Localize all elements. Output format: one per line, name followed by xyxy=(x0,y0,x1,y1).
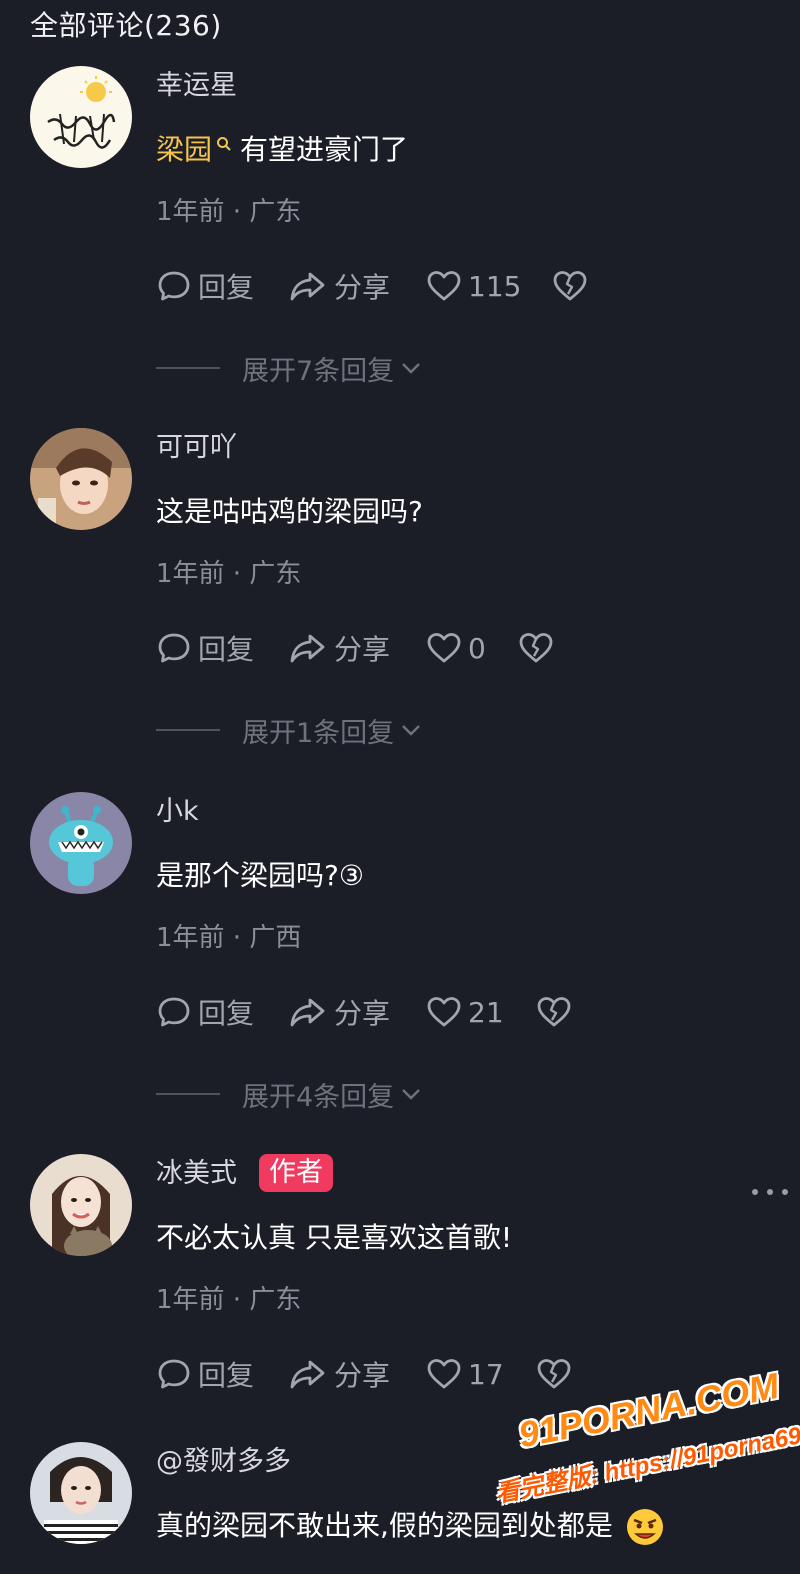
dislike-button[interactable] xyxy=(518,626,554,670)
comment-username[interactable]: 幸运星 xyxy=(156,66,237,106)
author-badge: 作者 xyxy=(259,1154,333,1192)
heart-icon xyxy=(427,1359,461,1389)
reply-button[interactable]: 回复 xyxy=(156,1352,254,1396)
calligraphy-sun-avatar xyxy=(30,66,132,168)
chevron-down-icon xyxy=(402,363,421,374)
avatar[interactable] xyxy=(30,1154,132,1256)
like-button[interactable]: 17 xyxy=(426,1352,504,1396)
chevron-down-icon xyxy=(402,725,421,736)
dot xyxy=(767,1189,773,1195)
like-count: 115 xyxy=(468,269,522,303)
dislike-button[interactable] xyxy=(536,1352,572,1396)
comments-header-title: 全部评论(236) xyxy=(30,9,222,42)
reply-button[interactable]: 回复 xyxy=(156,264,254,308)
comment-actions: 回复 分享 115 xyxy=(156,264,776,308)
heart-icon xyxy=(427,633,461,663)
comment-text: 不必太认真 只是喜欢这首歌! xyxy=(156,1221,513,1254)
broken-heart-icon xyxy=(519,633,553,663)
broken-heart-icon xyxy=(537,997,571,1027)
like-count: 0 xyxy=(468,631,486,665)
reply-button[interactable]: 回复 xyxy=(156,990,254,1034)
comment-meta: 1年前 · 广东 xyxy=(156,1285,302,1315)
more-options-button[interactable] xyxy=(752,1174,788,1210)
girl-striped-shirt-avatar xyxy=(30,1442,132,1544)
comment-actions: 回复 分享 17 xyxy=(156,1352,776,1396)
expand-replies-button[interactable]: 展开4条回复 xyxy=(156,1074,424,1114)
dot xyxy=(782,1189,788,1195)
dislike-button[interactable] xyxy=(536,990,572,1034)
woman-with-cat-avatar xyxy=(30,1154,132,1256)
keyword-search-link[interactable]: 梁园 xyxy=(156,133,212,166)
broken-heart-icon xyxy=(553,271,587,301)
avatar[interactable] xyxy=(30,1442,132,1544)
share-arrow-icon xyxy=(290,1360,325,1389)
comment-body: 有望进豪门了 xyxy=(240,133,409,166)
broken-heart-icon xyxy=(537,1359,571,1389)
share-arrow-icon xyxy=(290,998,325,1027)
comment-username[interactable]: @發财多多 xyxy=(156,1442,291,1482)
speech-bubble-icon xyxy=(158,1359,190,1389)
comment-meta: 1年前 · 广西 xyxy=(156,923,302,953)
divider-line xyxy=(156,729,220,731)
avatar[interactable] xyxy=(30,428,132,530)
dislike-button[interactable] xyxy=(552,264,588,308)
share-arrow-icon xyxy=(290,272,325,301)
comment-actions: 回复 分享 0 xyxy=(156,626,776,670)
like-button[interactable]: 21 xyxy=(426,990,504,1034)
like-count: 21 xyxy=(468,995,504,1029)
share-button[interactable]: 分享 xyxy=(288,264,390,308)
avatar[interactable] xyxy=(30,792,132,894)
cartoon-monster-avatar xyxy=(30,792,132,894)
search-icon[interactable] xyxy=(216,136,232,152)
divider-line xyxy=(156,367,220,369)
dot xyxy=(752,1189,758,1195)
comment-username: 冰美式 作者 xyxy=(156,1154,333,1194)
share-arrow-icon xyxy=(290,634,325,663)
watermark-url: 看完整版: https://91porna69.com xyxy=(493,1411,800,1509)
speech-bubble-icon xyxy=(158,997,190,1027)
girl-portrait-avatar xyxy=(30,428,132,530)
comment-body: 真的梁园不敢出来,假的梁园到处都是 xyxy=(156,1509,613,1542)
username-text[interactable]: 冰美式 xyxy=(156,1158,237,1189)
reply-button[interactable]: 回复 xyxy=(156,626,254,670)
comment-meta: 1年前 · 广东 xyxy=(156,197,302,227)
like-count: 17 xyxy=(468,1357,504,1391)
share-button[interactable]: 分享 xyxy=(288,626,390,670)
heart-icon xyxy=(427,997,461,1027)
share-button[interactable]: 分享 xyxy=(288,1352,390,1396)
share-button[interactable]: 分享 xyxy=(288,990,390,1034)
comment-meta: 1年前 · 广东 xyxy=(156,559,302,589)
comment-text: 梁园 有望进豪门了 xyxy=(156,128,408,172)
chevron-down-icon xyxy=(402,1089,421,1100)
divider-line xyxy=(156,1093,220,1095)
expand-replies-button[interactable]: 展开1条回复 xyxy=(156,710,424,750)
comment-text: 这是咕咕鸡的梁园吗? xyxy=(156,495,423,528)
like-button[interactable]: 115 xyxy=(426,264,521,308)
heart-icon xyxy=(427,271,461,301)
comment-username[interactable]: 小k xyxy=(156,792,199,832)
comments-panel: 全部评论(236) 幸运星 梁园 有望进豪门了 1年前 · 广东 回复 分享 1… xyxy=(0,0,800,1574)
angry-face-emoji xyxy=(626,1509,663,1545)
like-button[interactable]: 0 xyxy=(426,626,486,670)
expand-replies-button[interactable]: 展开7条回复 xyxy=(156,348,424,388)
comment-actions: 回复 分享 21 xyxy=(156,990,776,1034)
avatar[interactable] xyxy=(30,66,132,168)
comment-text: 真的梁园不敢出来,假的梁园到处都是 xyxy=(156,1504,665,1548)
comment-text: 是那个梁园吗?③ xyxy=(156,859,364,892)
speech-bubble-icon xyxy=(158,633,190,663)
comment-username[interactable]: 可可吖 xyxy=(156,428,237,468)
speech-bubble-icon xyxy=(158,271,190,301)
